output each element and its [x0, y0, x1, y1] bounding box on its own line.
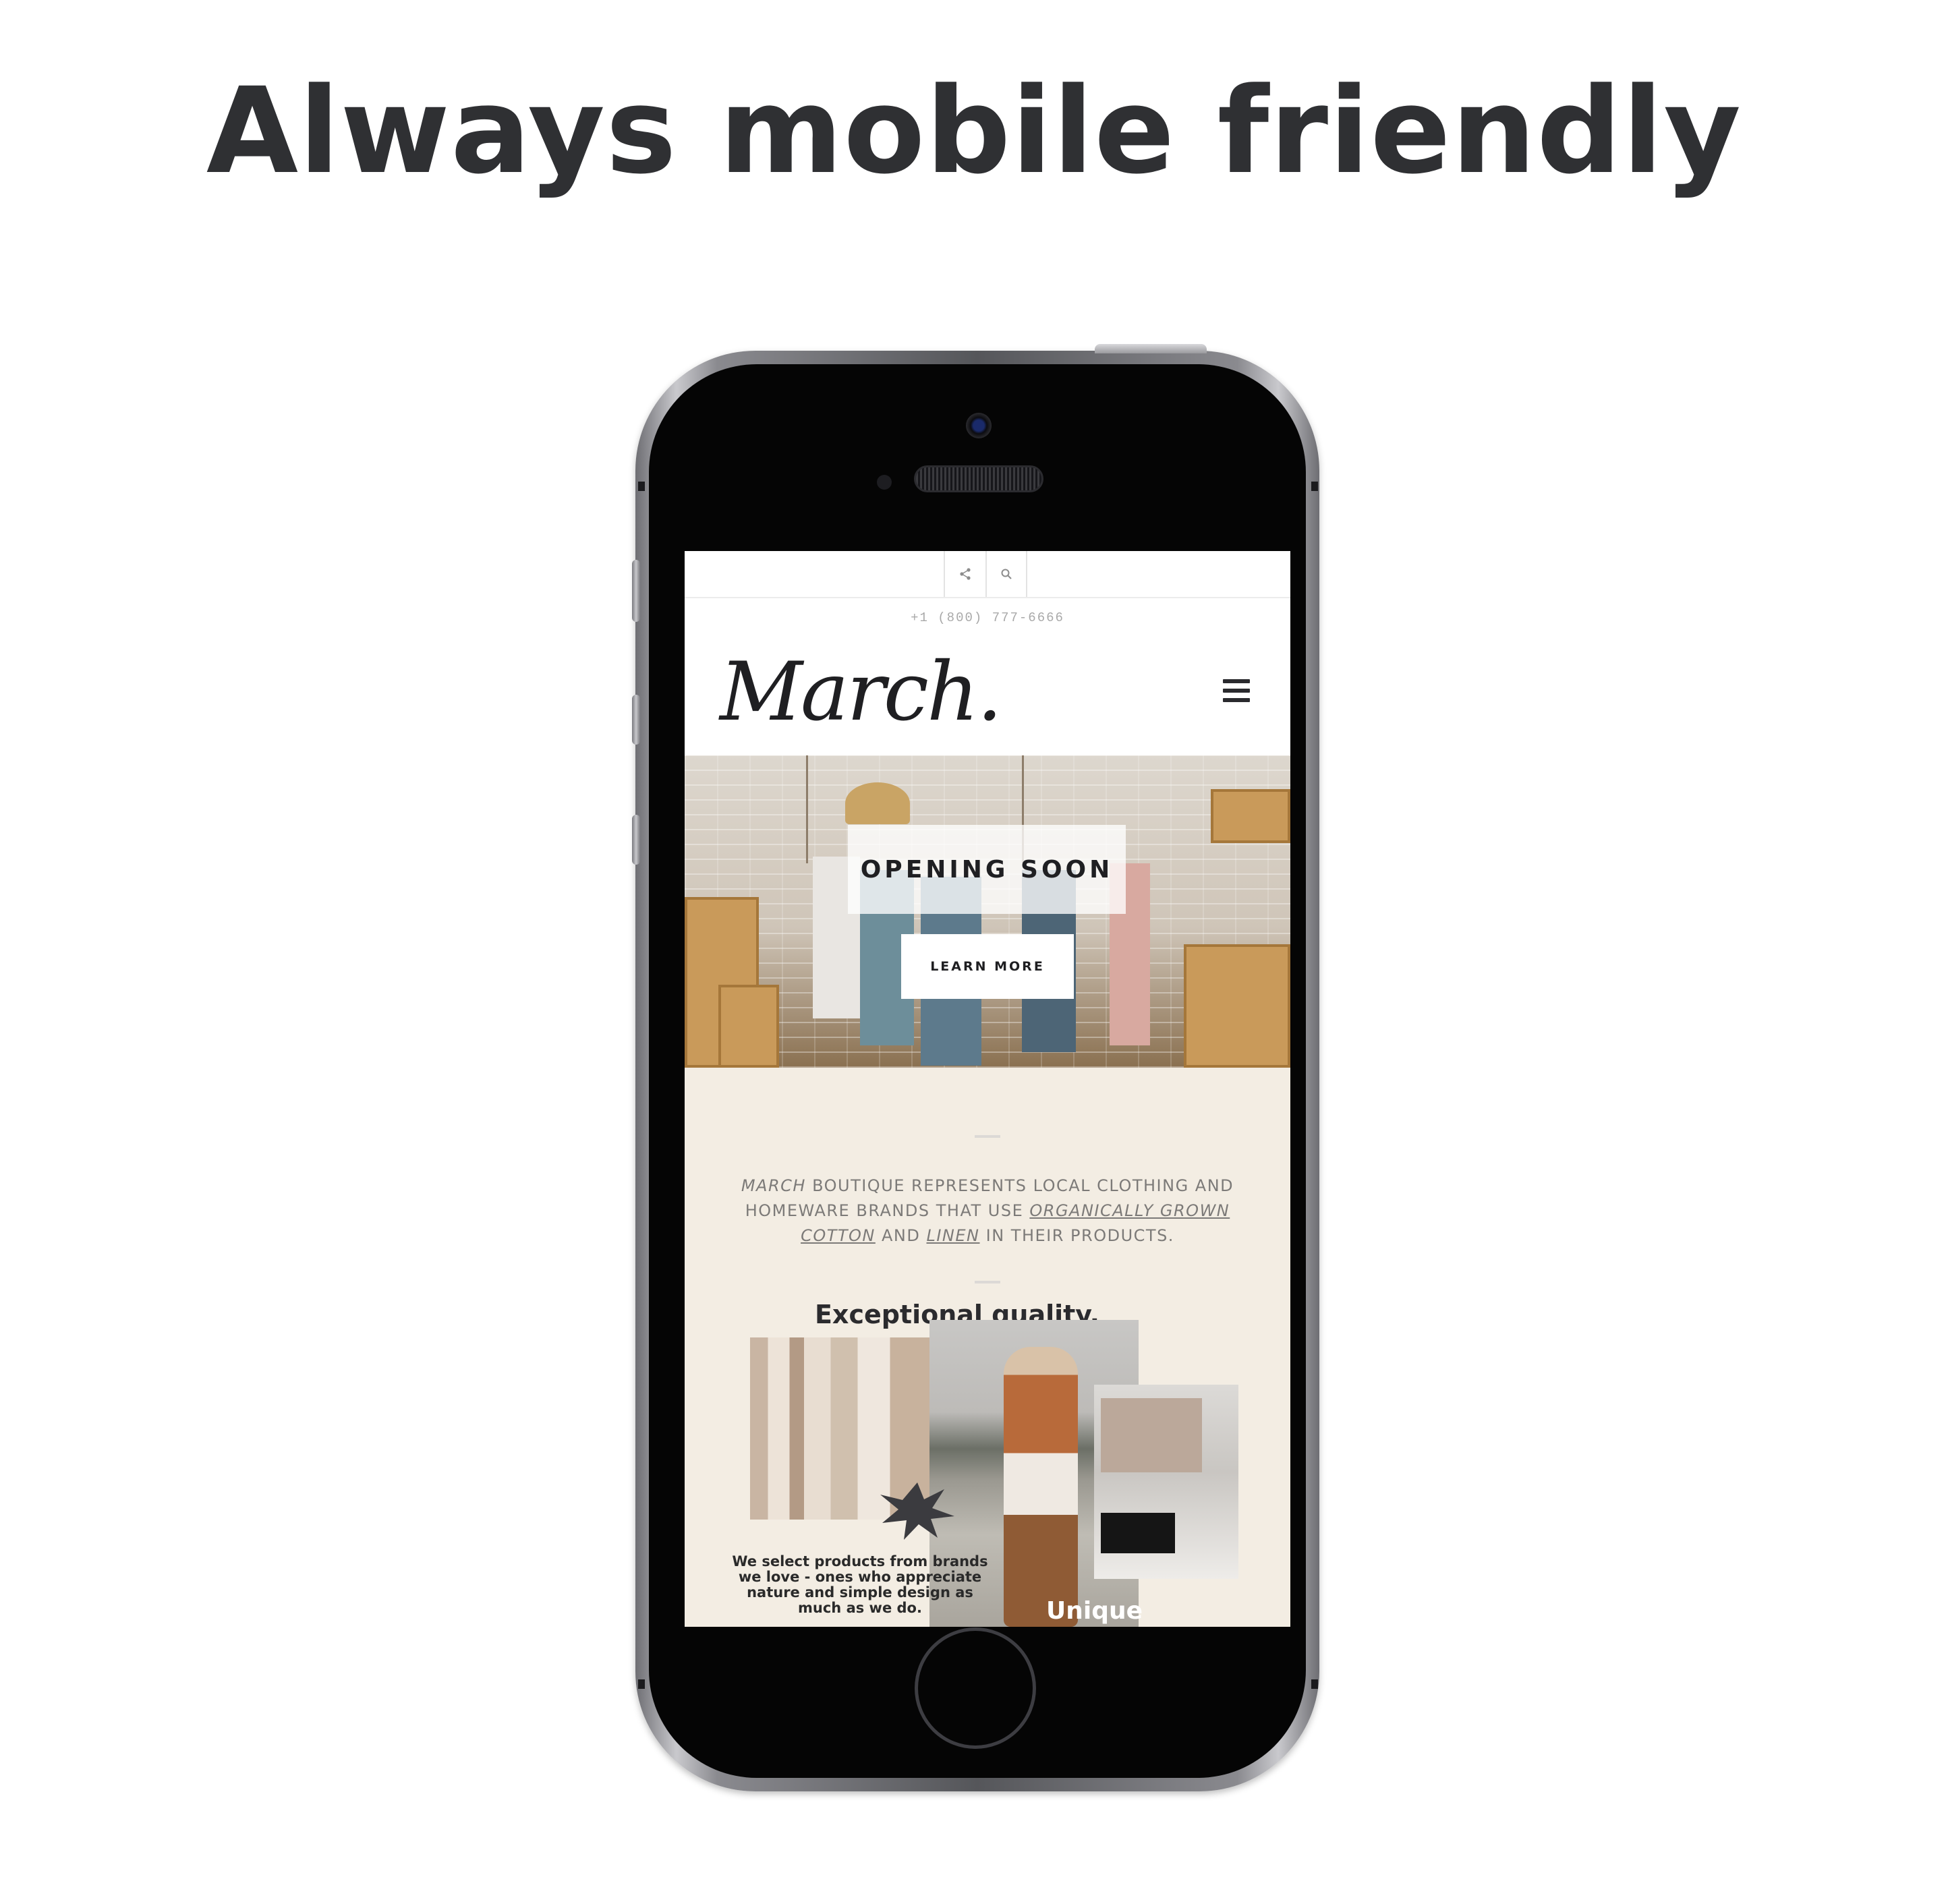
- page-headline: Always mobile friendly: [206, 62, 1742, 200]
- brand-selection-text: We select products from brands we love -…: [732, 1553, 988, 1616]
- about-copy: IN THEIR PRODUCTS.: [979, 1226, 1174, 1245]
- contact-phone[interactable]: +1 (800) 777-6666: [685, 610, 1290, 625]
- learn-more-button[interactable]: LEARN MORE: [901, 934, 1074, 999]
- hero-title: OPENING SOON: [860, 855, 1114, 884]
- power-button: [1095, 344, 1207, 353]
- front-camera: [966, 413, 992, 438]
- unique-design-heading: Unique design.: [1046, 1597, 1147, 1627]
- search-button[interactable]: [985, 551, 1027, 597]
- section-divider: [975, 1281, 1000, 1283]
- about-copy: AND: [875, 1226, 927, 1245]
- about-section: MARCH BOUTIQUE REPRESENTS LOCAL CLOTHING…: [685, 1068, 1290, 1627]
- search-icon: [1001, 569, 1012, 579]
- photo-chair: [1094, 1385, 1238, 1579]
- hero-title-box: OPENING SOON: [848, 825, 1126, 914]
- about-text: MARCH BOUTIQUE REPRESENTS LOCAL CLOTHING…: [739, 1174, 1236, 1248]
- share-button[interactable]: [944, 551, 985, 597]
- towel: [1101, 1398, 1202, 1472]
- hero-banner: OPENING SOON LEARN MORE: [685, 755, 1290, 1068]
- volume-down-button: [632, 815, 640, 865]
- earpiece-speaker: [914, 465, 1043, 492]
- shelf-decor: [718, 985, 779, 1068]
- shelf-decor: [1184, 944, 1290, 1068]
- antenna-line: [1311, 482, 1318, 491]
- utility-bar: [685, 551, 1290, 598]
- folded-shirt: [1101, 1513, 1175, 1553]
- linen-link[interactable]: LINEN: [926, 1226, 979, 1245]
- straw-hat: [845, 782, 910, 824]
- proximity-sensor: [877, 475, 892, 490]
- model-figure: [1004, 1347, 1078, 1627]
- share-icon: [960, 568, 971, 580]
- hamburger-menu-icon[interactable]: [1223, 679, 1250, 702]
- logo-text: March.: [720, 645, 1002, 739]
- mute-switch: [632, 560, 640, 622]
- brand-name: MARCH: [741, 1176, 806, 1195]
- home-button: [915, 1627, 1036, 1749]
- site-logo[interactable]: March.: [720, 645, 1002, 740]
- antenna-line: [638, 1679, 645, 1689]
- website-screen: +1 (800) 777-6666 March. OPENING SOON LE…: [685, 551, 1290, 1627]
- ink-splash-decor: [880, 1482, 954, 1540]
- section-divider: [975, 1135, 1000, 1138]
- hanging-rod: [806, 755, 808, 863]
- volume-up-button: [632, 695, 640, 745]
- shelf-decor: [1211, 789, 1290, 843]
- antenna-line: [1311, 1679, 1318, 1689]
- antenna-line: [638, 482, 645, 491]
